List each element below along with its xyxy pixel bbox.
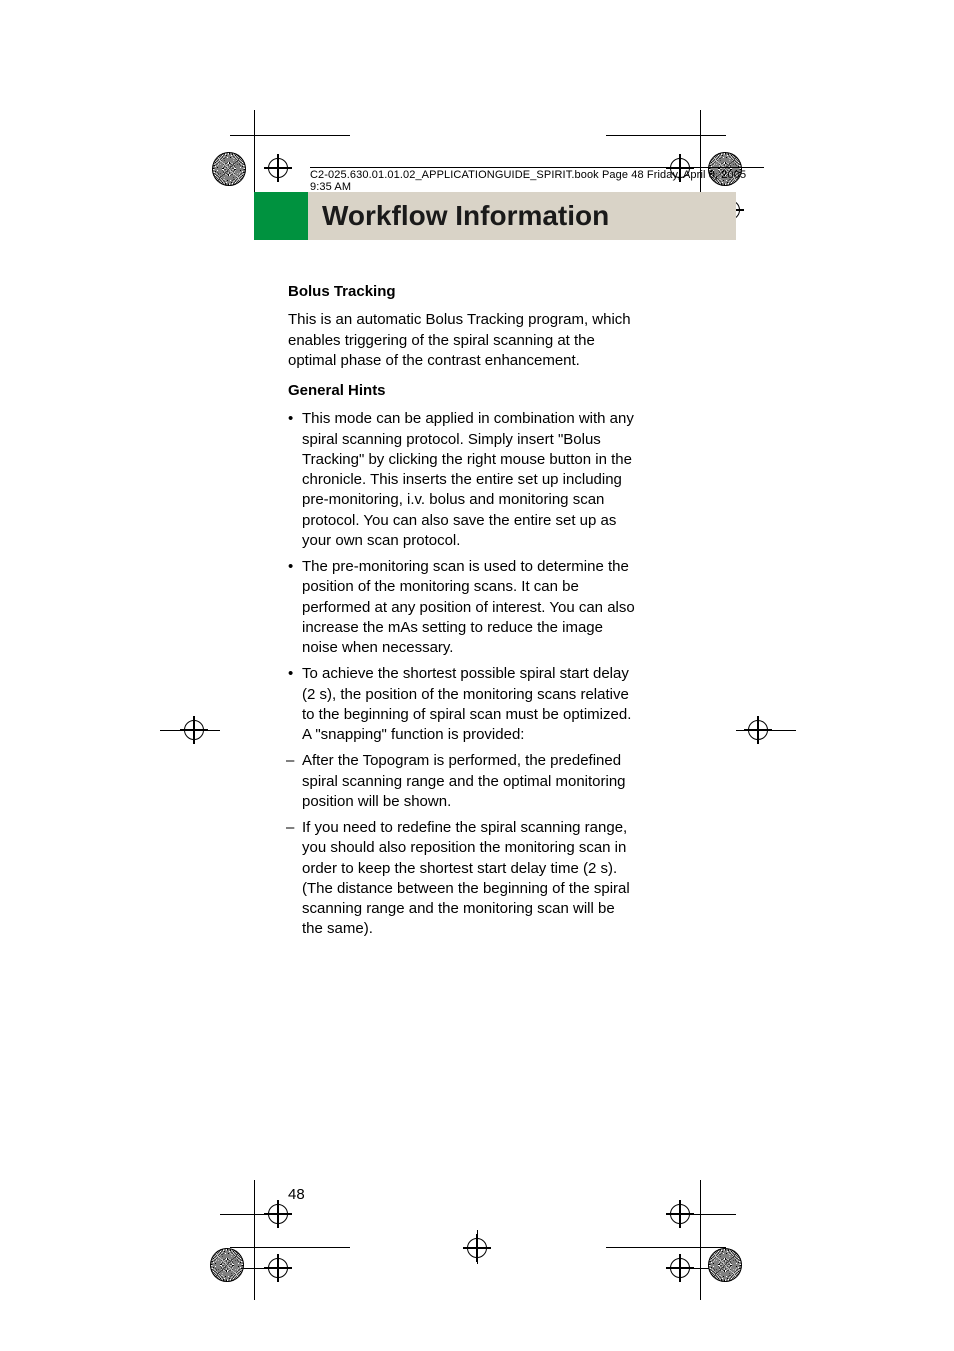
crop-line — [254, 110, 255, 200]
hints-heading: General Hints — [288, 381, 638, 401]
radial-disc-icon — [708, 1248, 742, 1282]
crop-line — [700, 1180, 701, 1300]
intro-paragraph: This is an automatic Bolus Tracking prog… — [288, 310, 638, 371]
crop-line — [736, 730, 796, 731]
title-stripe: Workflow Information — [308, 192, 736, 240]
page-number: 48 — [288, 1186, 305, 1203]
title-bar: Workflow Information — [254, 192, 736, 240]
crop-line — [230, 135, 350, 136]
registration-mark-icon — [264, 154, 292, 182]
list-item: The pre-monitoring scan is used to deter… — [288, 557, 638, 658]
list-item: To achieve the shortest possible spiral … — [288, 664, 638, 745]
document-page: C2-025.630.01.01.02_APPLICATIONGUIDE_SPI… — [0, 0, 954, 1351]
list-item: If you need to redefine the spiral scann… — [288, 818, 638, 940]
running-header: C2-025.630.01.01.02_APPLICATIONGUIDE_SPI… — [310, 167, 764, 193]
crop-line — [676, 1214, 736, 1215]
section-heading: Bolus Tracking — [288, 282, 638, 302]
section-tab-icon — [254, 192, 308, 240]
registration-mark-icon — [463, 1234, 491, 1262]
crop-line — [230, 1247, 350, 1248]
crop-line — [220, 1214, 280, 1215]
radial-disc-icon — [212, 152, 246, 186]
crop-line — [160, 730, 220, 731]
crop-line — [606, 135, 726, 136]
list-item: This mode can be applied in combination … — [288, 409, 638, 551]
crop-line — [254, 1180, 255, 1300]
radial-disc-icon — [210, 1248, 244, 1282]
hints-list: This mode can be applied in combination … — [288, 409, 638, 939]
list-item: After the Topogram is performed, the pre… — [288, 751, 638, 812]
body-content: Bolus Tracking This is an automatic Bolu… — [288, 278, 638, 946]
page-title: Workflow Information — [322, 200, 609, 232]
crop-line — [606, 1247, 726, 1248]
